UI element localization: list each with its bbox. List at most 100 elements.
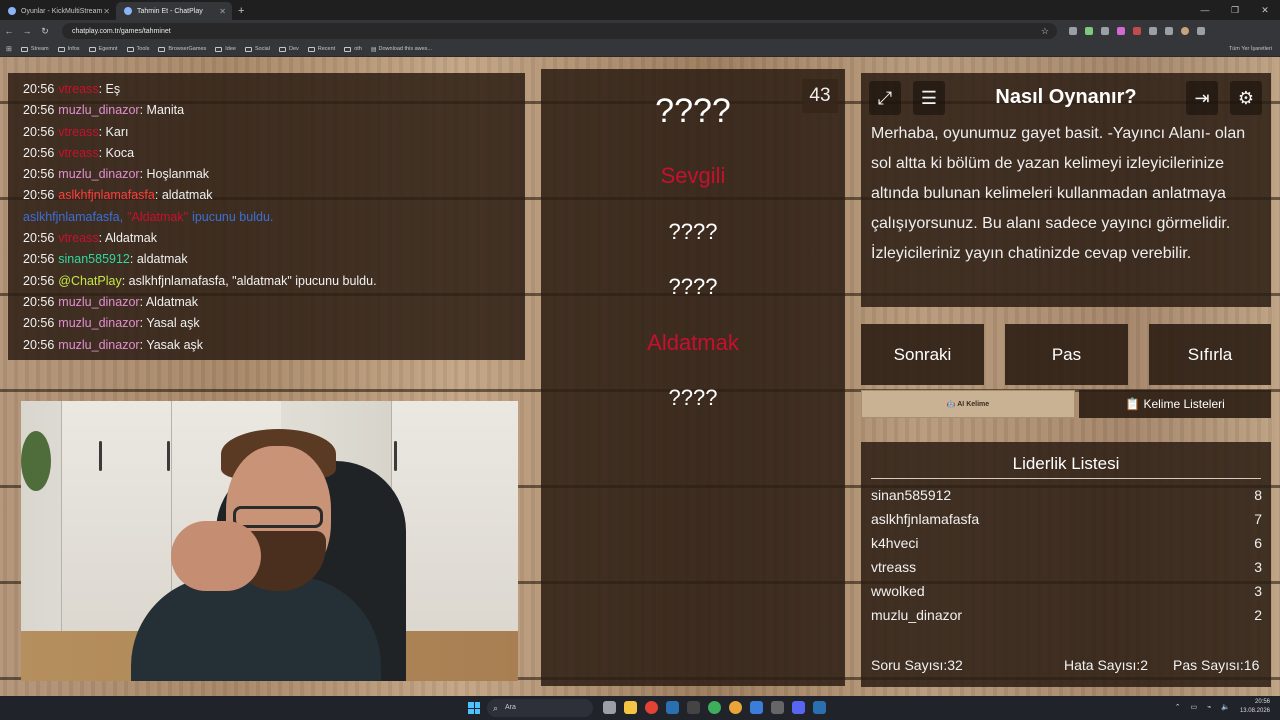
terminal-icon[interactable] (687, 701, 700, 714)
chat-text: aldatmak (136, 252, 188, 267)
chat-username[interactable]: muzlu_dinazor (58, 338, 139, 352)
chat-message: 20:56 muzlu_dinazor: Hoşlanmak (23, 164, 525, 185)
reload-icon[interactable]: ↻ (36, 26, 54, 37)
maximize-icon[interactable]: ❐ (1220, 0, 1250, 20)
tab-favicon-icon (124, 7, 132, 15)
chat-username[interactable]: muzlu_dinazor (58, 316, 139, 330)
app-icon[interactable] (771, 701, 784, 714)
taskbar-clock[interactable]: 20:56 13.08.2026 (1240, 698, 1270, 716)
bookmark-folder[interactable]: BrowserGames (158, 46, 206, 52)
menu-icon[interactable] (1197, 27, 1205, 35)
bookmark-folder[interactable]: Social (244, 46, 270, 52)
apps-grid-icon: ⊞ (6, 46, 12, 53)
reset-button[interactable]: Sıfırla (1149, 324, 1271, 385)
extension-icon[interactable] (1133, 27, 1141, 35)
system-tray-icons[interactable]: ⌃ ▭ ⌁ 🔈 (1175, 703, 1234, 711)
chat-message: 20:56 vtreass: Aldatmak (23, 228, 525, 249)
chat-time: 20:56 (23, 124, 55, 139)
chat-time: 20:56 (23, 167, 55, 182)
bookmark-apps[interactable]: ⊞ (6, 45, 12, 53)
extension-icon[interactable] (1117, 27, 1125, 35)
chat-username[interactable]: sinan585912 (58, 252, 130, 266)
folder-icon (278, 46, 286, 52)
chat-message: 20:56 muzlu_dinazor: Yasal aşk (23, 313, 525, 334)
chrome-icon[interactable] (729, 701, 742, 714)
pass-button[interactable]: Pas (1005, 324, 1128, 385)
task-view-icon[interactable] (603, 701, 616, 714)
extensions-bar (1069, 27, 1205, 35)
bookmark-folder[interactable]: Dev (278, 46, 299, 52)
chat-username[interactable]: muzlu_dinazor (58, 103, 139, 117)
chat-username[interactable]: vtreass (58, 231, 98, 245)
chat-username[interactable]: vtreass (58, 125, 98, 139)
bookmark-folder[interactable]: Tools (126, 46, 149, 52)
hint-word: Sevgili (660, 163, 726, 188)
tab-label: Tahmin Et - ChatPlay (137, 7, 203, 15)
taskbar-apps (603, 701, 826, 714)
leaderboard-panel: Liderlik Listesi sinan585912 8 aslkhfjnla… (861, 442, 1271, 687)
chat-separator: : (98, 145, 106, 160)
chat-username[interactable]: aslkhfjnlamafasfa (58, 188, 155, 202)
chat-panel: 20:56 vtreass: Eş 20:56 muzlu_dinazor: Mani… (8, 73, 525, 360)
tab-kickmultistream[interactable]: Oyunlar - KickMultiStream ✕ (0, 2, 116, 20)
new-tab-icon[interactable]: + (238, 2, 244, 20)
bookmark-folder[interactable]: Idee (215, 46, 236, 52)
extension-icon[interactable] (1069, 27, 1077, 35)
chat-found-word: "Aldatmak" (127, 209, 189, 224)
folder-icon (126, 46, 134, 52)
chat-message: 20:56 sinan585912: aldatmak (23, 249, 525, 270)
windows-start-icon[interactable] (468, 702, 480, 714)
taskbar-search[interactable]: Ara (487, 699, 593, 717)
exit-icon[interactable]: ⇥ (1186, 81, 1218, 115)
back-icon[interactable]: ← (0, 26, 18, 36)
bookmark-folder[interactable]: oth (344, 46, 362, 52)
next-button[interactable]: Sonraki (861, 324, 984, 385)
bookmark-link[interactable]: ▤ Download this awes... (371, 46, 432, 53)
gear-icon[interactable]: ⚙ (1230, 81, 1262, 115)
bookmark-star-icon[interactable]: ☆ (1041, 26, 1049, 37)
discord-icon[interactable] (792, 701, 805, 714)
bookmark-folder[interactable]: Recent (307, 46, 335, 52)
chat-message: aslkhfjnlamafasfa, "Aldatmak" ipucunu buld… (23, 207, 525, 228)
chat-time: 20:56 (23, 231, 55, 246)
close-tab-icon[interactable]: ✕ (103, 7, 110, 16)
chat-text: aslkhfjnlamafasfa, "aldatmak" ipucunu bu… (128, 273, 377, 288)
chat-time: 20:56 (23, 82, 55, 96)
extension-icon[interactable] (1085, 27, 1093, 35)
chat-username[interactable]: muzlu_dinazor (58, 167, 139, 181)
pass-count: Pas Sayısı:16 (1173, 657, 1260, 673)
puzzle-icon[interactable] (1165, 27, 1173, 35)
bookmark-folder[interactable]: Egemnt (88, 46, 118, 52)
app-icon[interactable] (750, 701, 763, 714)
ai-word-tab[interactable]: 🤖 AI Kelime (861, 390, 1075, 418)
all-bookmarks[interactable]: Tüm Yer İşaretleri (1226, 46, 1272, 52)
close-window-icon[interactable]: ✕ (1250, 0, 1280, 20)
chat-text: Hoşlanmak (146, 167, 210, 182)
chat-message: 20:56 muzlu_dinazor: Yasak aşk (23, 335, 525, 356)
chrome-icon[interactable] (645, 701, 658, 714)
url-input[interactable]: chatplay.com.tr/games/tahminet ☆ (62, 23, 1057, 39)
bookmark-folder[interactable]: Infos (57, 46, 80, 52)
chat-text: aldatmak (161, 188, 213, 203)
chat-username[interactable]: muzlu_dinazor (58, 295, 139, 309)
chat-username[interactable]: vtreass (58, 82, 98, 96)
chat-text: Aldatmak (104, 231, 157, 246)
bookmark-folder[interactable]: Stream (20, 46, 49, 52)
steam-icon[interactable] (813, 701, 826, 714)
bookmarks-bar: ⊞ Stream Infos Egemnt Tools BrowserGames… (0, 42, 1280, 57)
word-lists-tab[interactable]: 📋 Kelime Listeleri (1079, 390, 1271, 418)
extension-icon[interactable] (1149, 27, 1157, 35)
file-explorer-icon[interactable] (624, 701, 637, 714)
minimize-icon[interactable]: — (1190, 0, 1220, 20)
chat-username[interactable]: @ChatPlay (58, 274, 121, 288)
folder-icon (244, 46, 252, 52)
steam-icon[interactable] (666, 701, 679, 714)
chat-username[interactable]: vtreass (58, 146, 98, 160)
tab-chatplay[interactable]: Tahmin Et - ChatPlay ✕ (116, 2, 232, 20)
close-tab-icon[interactable]: ✕ (219, 7, 226, 16)
chat-time: 20:56 (23, 316, 55, 331)
app-icon[interactable] (708, 701, 721, 714)
forward-icon[interactable]: → (18, 26, 36, 36)
profile-avatar[interactable] (1181, 27, 1189, 35)
extension-icon[interactable] (1101, 27, 1109, 35)
